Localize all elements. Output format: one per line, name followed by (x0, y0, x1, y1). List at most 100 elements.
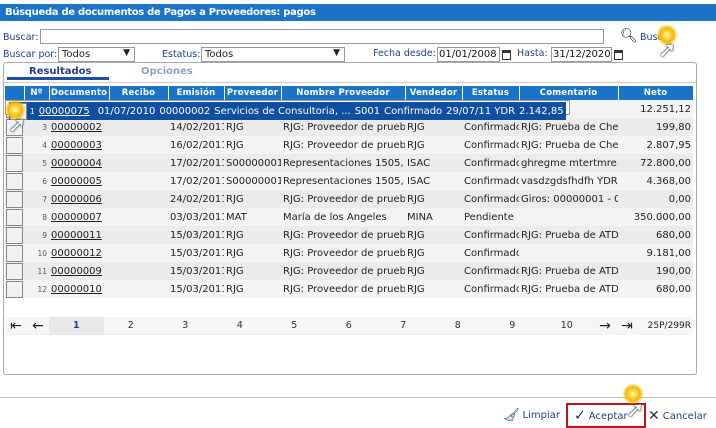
page-8[interactable]: 8 (431, 317, 486, 335)
cell-neto: 4.368,00 (618, 172, 693, 190)
search-input[interactable] (40, 29, 604, 44)
table-row[interactable]: 9 00000011 15/03/2011 RJG RJG: Proveedor de … (5, 226, 693, 244)
cell-n: 7 (24, 190, 49, 208)
row-checkbox[interactable] (6, 190, 23, 208)
document-link[interactable]: 00000009 (49, 262, 109, 280)
table-row[interactable]: 3 00000002 14/02/2011 RJG RJG: Proveedor de … (5, 118, 693, 136)
col-header[interactable]: Estatus (462, 86, 520, 100)
row-checkbox[interactable] (6, 262, 23, 280)
aceptar-button[interactable]: ✓ Aceptar (574, 408, 628, 424)
table-row[interactable]: 10 00000012 15/03/2011 RJG RJG: Proveedor de… (5, 244, 693, 262)
calendar-icon[interactable] (502, 50, 511, 60)
cell-emision: 15/03/2011 (168, 262, 224, 280)
document-link[interactable]: 00000003 (49, 136, 109, 154)
document-link[interactable]: 00000002 (49, 118, 109, 136)
buscar-por-value: Todos (62, 49, 91, 60)
row-checkbox-cell (5, 244, 24, 262)
table-row[interactable]: 1 00000075 01/07/2010 00000002 Servicios de … (5, 100, 570, 120)
page-4[interactable]: 4 (213, 317, 268, 335)
page-10[interactable]: 10 (540, 317, 595, 335)
document-link[interactable]: 00000007 (49, 208, 109, 226)
search-doc-icon[interactable]: 🔍︎ (620, 28, 638, 44)
cell-coment: RJG: Prueba de ATD... (519, 226, 618, 244)
tab-resultados[interactable]: Resultados (29, 66, 92, 77)
col-header[interactable]: Documento (49, 86, 110, 100)
page-6[interactable]: 6 (322, 317, 377, 335)
page-3[interactable]: 3 (158, 317, 213, 335)
table-row[interactable]: 600000005 17/02/2011S000000014Representac… (5, 172, 693, 190)
document-link[interactable]: 00000075 (36, 102, 92, 120)
col-header[interactable]: Vendedor (405, 86, 463, 100)
col-header[interactable]: Proveedor (224, 86, 282, 100)
dropdown-arrow-icon: ▼ (333, 48, 340, 58)
page-1[interactable]: 1 (49, 317, 104, 335)
cell-neto: 9.181,00 (618, 244, 693, 262)
table-row[interactable]: 8 00000007 03/03/2011 MAT María de los Angel… (5, 208, 693, 226)
row-checkbox[interactable] (6, 280, 23, 298)
page-7[interactable]: 7 (376, 317, 431, 335)
row-checkbox[interactable] (6, 172, 23, 190)
fecha-desde-input[interactable]: 01/01/2008 (437, 47, 500, 62)
row-checkbox[interactable] (6, 136, 23, 154)
cell-nombre: RJG: Proveedor de pruebas (281, 136, 405, 154)
cell-neto: 680,00 (618, 226, 693, 244)
cell-n: 9 (24, 226, 49, 244)
cell-coment (519, 208, 618, 226)
cell-emision: 15/03/2011 (168, 226, 224, 244)
cell-emision: 24/02/2011 (168, 190, 224, 208)
cell-coment: RJG: Prueba de Che... (519, 136, 618, 154)
col-header[interactable]: Comentario (519, 86, 619, 100)
cell-prov: RJG (224, 136, 281, 154)
document-link[interactable]: 00000011 (49, 226, 109, 244)
footer-divider (0, 397, 716, 398)
limpiar-button[interactable]: 🧹︎ Limpiar (503, 408, 560, 423)
cell-prov: RJG (224, 262, 281, 280)
row-checkbox[interactable] (6, 208, 23, 226)
table-row[interactable]: 4 00000003 16/02/2011 RJG RJG: Proveedor de … (5, 136, 693, 154)
next-page-icon[interactable]: → (594, 318, 616, 334)
col-header[interactable]: Recibo (109, 86, 169, 100)
document-link[interactable]: 00000005 (49, 172, 109, 190)
row-checkbox[interactable] (6, 154, 23, 172)
cell-recibo (109, 172, 168, 190)
col-header[interactable]: Nombre Proveedor (281, 86, 406, 100)
page-2[interactable]: 2 (104, 317, 159, 335)
cell-vend: MINA (405, 208, 462, 226)
cell-vend: RJG (405, 280, 462, 298)
col-header[interactable]: Emisión (168, 86, 225, 100)
col-header[interactable]: Neto (618, 86, 694, 100)
estatus-select[interactable]: Todos ▼ (201, 47, 345, 62)
row-checkbox[interactable] (6, 226, 23, 244)
fecha-hasta-input[interactable]: 31/12/2020 (551, 47, 612, 62)
cell-recibo (109, 262, 168, 280)
cell-n: 11 (24, 262, 49, 280)
document-link[interactable]: 00000004 (49, 154, 109, 172)
last-page-icon[interactable]: ⇥ (616, 318, 638, 334)
table-row[interactable]: 11 00000009 15/03/2011 RJG RJG: Proveedor de… (5, 262, 693, 280)
page-5[interactable]: 5 (267, 317, 322, 335)
buscar-por-select[interactable]: Todos ▼ (58, 47, 135, 62)
cell-vend: RJG (405, 244, 462, 262)
first-page-icon[interactable]: ⇤ (5, 318, 27, 334)
row-checkbox-cell (5, 154, 24, 172)
cell-neto: 72.800,00 (618, 154, 693, 172)
document-link[interactable]: 00000010 (49, 280, 109, 298)
cell-nombre: RJG: Proveedor de pruebas (281, 280, 405, 298)
document-link[interactable]: 00000012 (49, 244, 109, 262)
row-checkbox[interactable] (6, 244, 23, 262)
cell-prov: S000000014 (224, 154, 281, 172)
calendar-icon[interactable] (614, 50, 623, 60)
cell-coment: ghregme mtertmre... (519, 154, 618, 172)
table-row[interactable]: 7 00000006 24/02/2011 RJG RJG: Proveedor de … (5, 190, 693, 208)
cell-emision: 15/03/2011 (168, 244, 224, 262)
cancelar-button[interactable]: ✕ Cancelar (648, 408, 707, 424)
tab-opciones[interactable]: Opciones (141, 66, 193, 77)
page-9[interactable]: 9 (485, 317, 540, 335)
col-header[interactable]: Nº (24, 86, 50, 100)
table-row[interactable]: 500000004 17/02/2011S000000014Representac… (5, 154, 693, 172)
table-row[interactable]: 12 00000010 15/03/2011 RJG RJG: Proveedor de… (5, 280, 693, 298)
cell-vend: RJG (405, 136, 462, 154)
row-checkbox-cell (5, 190, 24, 208)
prev-page-icon[interactable]: ← (27, 318, 49, 334)
document-link[interactable]: 00000006 (49, 190, 109, 208)
